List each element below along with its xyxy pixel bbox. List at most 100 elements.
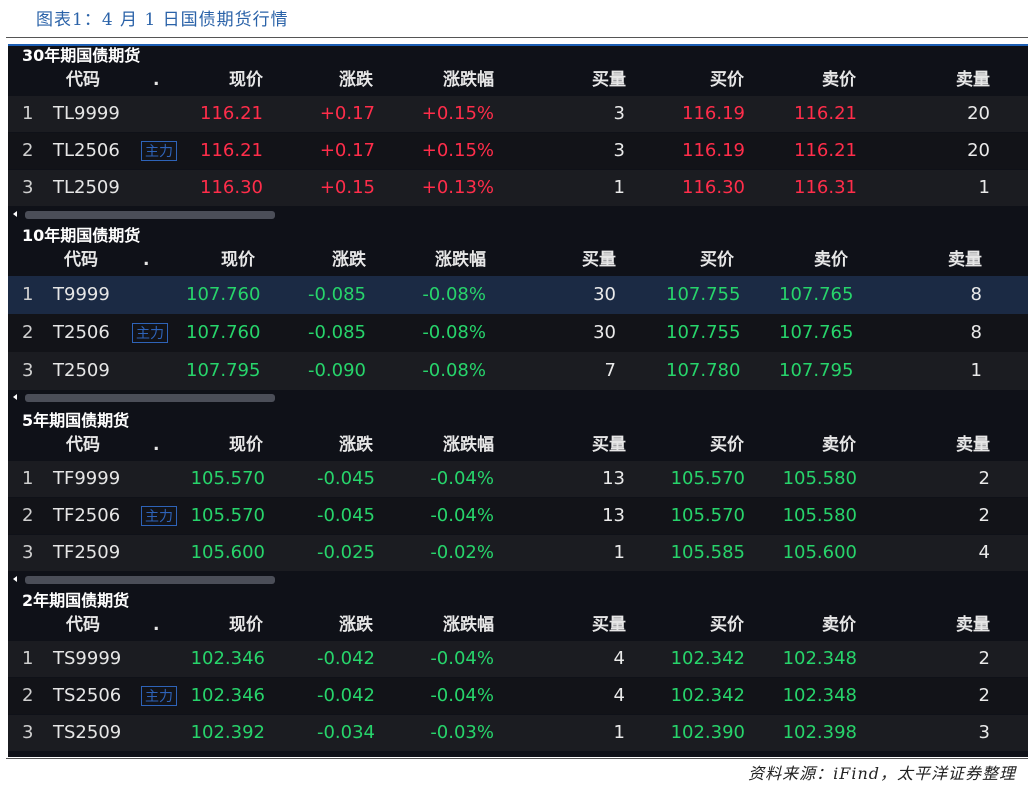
col-change[interactable]: 涨跌 bbox=[301, 245, 366, 275]
col-bid[interactable]: 买价 bbox=[678, 65, 744, 95]
contract-code: TF2509 bbox=[53, 542, 121, 563]
col-change[interactable]: 涨跌 bbox=[308, 65, 373, 95]
change-pct: +0.13% bbox=[421, 177, 494, 198]
column-header-row: 代码 . 现价 涨跌 涨跌幅 买量 买价 卖价 卖量 bbox=[8, 245, 1028, 275]
bid-vol: 30 bbox=[593, 322, 616, 343]
ask-vol: 2 bbox=[978, 505, 990, 526]
col-dot[interactable]: . bbox=[143, 245, 149, 275]
scrollbar-thumb[interactable] bbox=[25, 394, 275, 402]
col-dot[interactable]: . bbox=[153, 610, 159, 640]
row-index: 1 bbox=[22, 284, 34, 305]
ask-vol: 1 bbox=[978, 177, 990, 198]
table-row[interactable]: 3 TF2509 105.600 -0.025 -0.02% 1 105.585… bbox=[8, 535, 1028, 571]
scrollbar-thumb[interactable] bbox=[25, 576, 275, 584]
price: 102.392 bbox=[190, 722, 265, 743]
change: -0.045 bbox=[316, 468, 375, 489]
col-ask-vol[interactable]: 卖量 bbox=[922, 430, 990, 460]
table-row[interactable]: 2 T2506 主力 107.760 -0.085 -0.08% 30 107.… bbox=[8, 314, 1028, 352]
price: 105.600 bbox=[190, 542, 265, 563]
col-code[interactable]: 代码 bbox=[64, 245, 98, 275]
ask-vol: 2 bbox=[978, 468, 990, 489]
col-price[interactable]: 现价 bbox=[198, 610, 263, 640]
col-change-pct[interactable]: 涨跌幅 bbox=[408, 430, 494, 460]
main-contract-badge: 主力 bbox=[141, 506, 177, 526]
col-price[interactable]: 现价 bbox=[190, 245, 255, 275]
contract-code: TL9999 bbox=[53, 103, 120, 124]
ask: 107.765 bbox=[779, 322, 854, 343]
ask-vol: 2 bbox=[978, 685, 990, 706]
col-change-pct[interactable]: 涨跌幅 bbox=[408, 610, 494, 640]
col-ask-vol[interactable]: 卖量 bbox=[922, 65, 990, 95]
table-row[interactable]: 3 TS2509 102.392 -0.034 -0.03% 1 102.390… bbox=[8, 715, 1028, 751]
price: 116.30 bbox=[200, 177, 263, 198]
contract-code: TS2509 bbox=[53, 722, 122, 743]
row-index: 3 bbox=[22, 542, 34, 563]
col-dot[interactable]: . bbox=[153, 430, 159, 460]
contract-code: TF2506 bbox=[53, 505, 121, 526]
row-index: 3 bbox=[22, 722, 34, 743]
col-ask[interactable]: 卖价 bbox=[780, 245, 848, 275]
change: -0.034 bbox=[316, 722, 375, 743]
bid: 116.19 bbox=[682, 103, 745, 124]
col-ask[interactable]: 卖价 bbox=[788, 610, 856, 640]
horizontal-scrollbar[interactable] bbox=[8, 573, 1028, 585]
col-change-pct[interactable]: 涨跌幅 bbox=[408, 65, 494, 95]
ask: 102.348 bbox=[782, 648, 857, 669]
col-dot[interactable]: . bbox=[153, 65, 159, 95]
col-code[interactable]: 代码 bbox=[66, 610, 100, 640]
table-row-selected[interactable]: 1 T9999 107.760 -0.085 -0.08% 30 107.755… bbox=[8, 276, 1028, 314]
scrollbar-thumb[interactable] bbox=[25, 211, 275, 219]
col-code[interactable]: 代码 bbox=[66, 65, 100, 95]
col-bid-vol[interactable]: 买量 bbox=[548, 245, 616, 275]
bid: 102.390 bbox=[670, 722, 745, 743]
row-index: 1 bbox=[22, 468, 34, 489]
table-row[interactable]: 1 TL9999 116.21 +0.17 +0.15% 3 116.19 11… bbox=[8, 96, 1028, 132]
col-ask-vol[interactable]: 卖量 bbox=[914, 245, 982, 275]
table-row[interactable]: 2 TL2506 主力 116.21 +0.17 +0.15% 3 116.19… bbox=[8, 133, 1028, 169]
ask: 107.765 bbox=[779, 284, 854, 305]
col-price[interactable]: 现价 bbox=[198, 430, 263, 460]
horizontal-scrollbar[interactable] bbox=[8, 208, 1028, 220]
col-code[interactable]: 代码 bbox=[66, 430, 100, 460]
row-index: 2 bbox=[22, 685, 34, 706]
col-bid[interactable]: 买价 bbox=[678, 610, 744, 640]
col-bid-vol[interactable]: 买量 bbox=[558, 610, 626, 640]
change: -0.042 bbox=[316, 648, 375, 669]
change-pct: -0.03% bbox=[430, 722, 494, 743]
table-row[interactable]: 1 TF9999 105.570 -0.045 -0.04% 13 105.57… bbox=[8, 461, 1028, 497]
row-index: 2 bbox=[22, 322, 34, 343]
col-ask[interactable]: 卖价 bbox=[788, 65, 856, 95]
col-change-pct[interactable]: 涨跌幅 bbox=[400, 245, 486, 275]
bid-vol: 3 bbox=[613, 140, 625, 161]
scroll-left-arrow-icon[interactable] bbox=[13, 576, 17, 582]
table-row[interactable]: 2 TS2506 主力 102.346 -0.042 -0.04% 4 102.… bbox=[8, 678, 1028, 714]
contract-code: TL2506 bbox=[53, 140, 120, 161]
col-price[interactable]: 现价 bbox=[198, 65, 263, 95]
col-ask[interactable]: 卖价 bbox=[788, 430, 856, 460]
price: 107.760 bbox=[186, 284, 261, 305]
col-bid[interactable]: 买价 bbox=[668, 245, 734, 275]
change-pct: -0.04% bbox=[430, 505, 494, 526]
col-bid-vol[interactable]: 买量 bbox=[558, 65, 626, 95]
table-row[interactable]: 1 TS9999 102.346 -0.042 -0.04% 4 102.342… bbox=[8, 641, 1028, 677]
ask-vol: 2 bbox=[978, 648, 990, 669]
table-row[interactable]: 2 TF2506 主力 105.570 -0.045 -0.04% 13 105… bbox=[8, 498, 1028, 534]
horizontal-scrollbar[interactable] bbox=[8, 391, 1028, 403]
change-pct: -0.04% bbox=[430, 648, 494, 669]
scroll-left-arrow-icon[interactable] bbox=[13, 211, 17, 217]
change: -0.025 bbox=[316, 542, 375, 563]
col-change[interactable]: 涨跌 bbox=[308, 430, 373, 460]
col-change[interactable]: 涨跌 bbox=[308, 610, 373, 640]
bid-vol: 1 bbox=[613, 722, 625, 743]
col-ask-vol[interactable]: 卖量 bbox=[922, 610, 990, 640]
quote-panel: 30年期国债期货 代码 . 现价 涨跌 涨跌幅 买量 买价 卖价 卖量 1 TL… bbox=[8, 44, 1028, 757]
table-row[interactable]: 3 TL2509 116.30 +0.15 +0.13% 1 116.30 11… bbox=[8, 170, 1028, 206]
table-row[interactable]: 3 T2509 107.795 -0.090 -0.08% 7 107.780 … bbox=[8, 352, 1028, 390]
scroll-left-arrow-icon[interactable] bbox=[13, 394, 17, 400]
col-bid-vol[interactable]: 买量 bbox=[558, 430, 626, 460]
change-pct: -0.02% bbox=[430, 542, 494, 563]
bid: 107.755 bbox=[666, 284, 741, 305]
col-bid[interactable]: 买价 bbox=[678, 430, 744, 460]
change-pct: -0.04% bbox=[430, 685, 494, 706]
contract-code: TS2506 bbox=[53, 685, 122, 706]
